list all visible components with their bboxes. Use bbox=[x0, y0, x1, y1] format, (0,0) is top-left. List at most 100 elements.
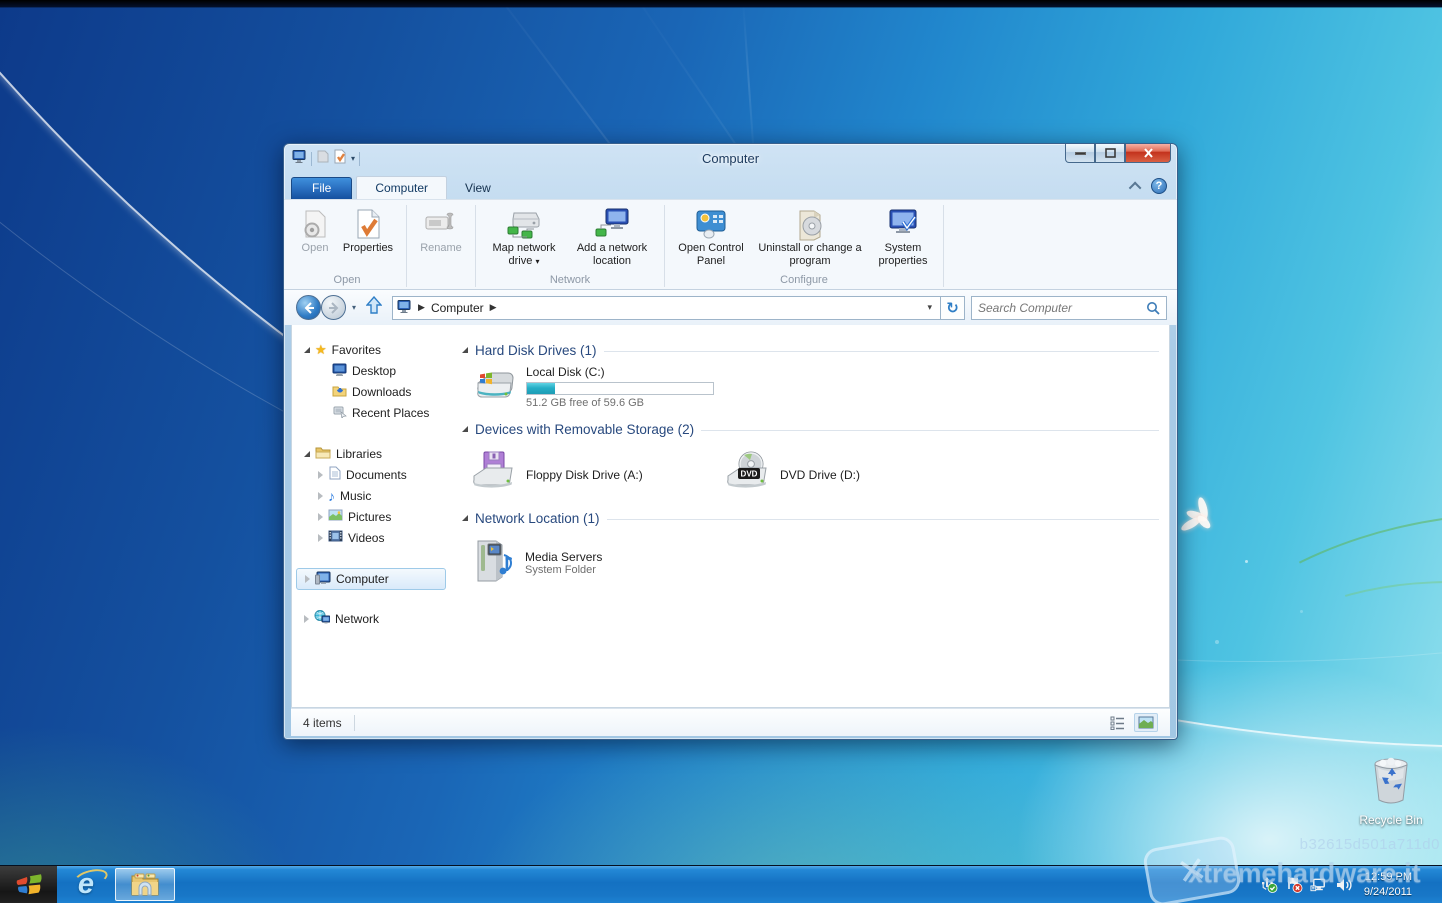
collapse-twisty-icon[interactable] bbox=[318, 492, 323, 500]
taskbar-internet-explorer[interactable]: e bbox=[57, 866, 115, 903]
breadcrumb-chevron[interactable]: ▶ bbox=[488, 302, 499, 313]
documents-icon bbox=[328, 466, 341, 483]
group-header-network-location[interactable]: Network Location (1) bbox=[462, 507, 1159, 529]
map-network-drive-icon bbox=[506, 206, 542, 242]
open-control-panel-button[interactable]: Open Control Panel bbox=[671, 203, 751, 268]
ribbon-separator bbox=[406, 205, 407, 287]
close-button[interactable] bbox=[1125, 144, 1171, 163]
refresh-button[interactable]: ↻ bbox=[941, 296, 965, 320]
xtremehardware-text-watermark: xtremehardware.it bbox=[1188, 858, 1421, 889]
item-media-servers[interactable]: Media Servers System Folder bbox=[470, 537, 1159, 588]
maximize-button[interactable] bbox=[1095, 144, 1125, 163]
main-area: ★ Favorites Desktop Downloads Recent Pl bbox=[291, 325, 1170, 708]
open-button[interactable]: Open bbox=[294, 203, 336, 255]
collapse-twisty-icon[interactable] bbox=[304, 615, 309, 623]
sidebar-item-network[interactable]: Network bbox=[292, 608, 450, 629]
disk-usage-bar bbox=[526, 382, 714, 395]
sidebar-item-libraries[interactable]: Libraries bbox=[292, 443, 450, 464]
tab-view[interactable]: View bbox=[447, 177, 509, 199]
ribbon-separator bbox=[943, 205, 944, 287]
back-button[interactable] bbox=[296, 295, 321, 320]
sidebar-item-pictures[interactable]: Pictures bbox=[292, 506, 450, 527]
qat-properties-button[interactable] bbox=[333, 149, 347, 169]
recycle-bin-shortcut[interactable]: Recycle Bin bbox=[1352, 756, 1430, 827]
uninstall-program-button[interactable]: Uninstall or change a program bbox=[751, 203, 869, 268]
rename-button[interactable]: Rename bbox=[413, 203, 469, 255]
search-icon[interactable] bbox=[1146, 301, 1160, 315]
item-type: System Folder bbox=[525, 564, 602, 576]
collapse-twisty-icon[interactable] bbox=[305, 575, 310, 583]
qat-new-folder-button[interactable] bbox=[316, 149, 329, 168]
sidebar-item-music[interactable]: ♪ Music bbox=[292, 485, 450, 506]
drive-item-dvd-d[interactable]: DVD DVD Drive (D:) bbox=[724, 450, 978, 499]
sidebar-item-recent-places[interactable]: Recent Places bbox=[292, 402, 450, 423]
music-icon: ♪ bbox=[328, 489, 335, 503]
group-collapse-icon[interactable] bbox=[462, 426, 468, 432]
add-network-location-button[interactable]: Add a network location bbox=[566, 203, 658, 268]
group-header-removable[interactable]: Devices with Removable Storage (2) bbox=[462, 418, 1159, 440]
sidebar-item-videos[interactable]: Videos bbox=[292, 527, 450, 548]
recent-places-icon bbox=[332, 405, 347, 421]
sidebar-item-favorites[interactable]: ★ Favorites bbox=[292, 339, 450, 360]
qat-separator bbox=[311, 152, 312, 166]
close-icon bbox=[1143, 148, 1154, 158]
collapse-twisty-icon[interactable] bbox=[318, 534, 323, 542]
recent-pages-dropdown[interactable]: ▾ bbox=[352, 303, 356, 312]
breadcrumb-computer[interactable]: Computer bbox=[431, 301, 484, 315]
breadcrumb-chevron[interactable]: ▶ bbox=[416, 302, 427, 313]
minimize-icon bbox=[1075, 152, 1086, 155]
forward-button[interactable] bbox=[321, 295, 346, 320]
hard-drive-icon bbox=[470, 365, 518, 412]
drive-item-floppy-a[interactable]: Floppy Disk Drive (A:) bbox=[470, 450, 724, 499]
search-box bbox=[971, 296, 1167, 320]
tab-file[interactable]: File bbox=[291, 177, 352, 199]
collapse-twisty-icon[interactable] bbox=[318, 513, 323, 521]
navigation-bar: ▾ ▶ Computer ▶ ▾ ↻ bbox=[284, 290, 1177, 325]
properties-button[interactable]: Properties bbox=[336, 203, 400, 255]
help-icon[interactable]: ? bbox=[1151, 178, 1167, 194]
rename-icon bbox=[424, 206, 458, 242]
collapse-twisty-icon[interactable] bbox=[318, 471, 323, 479]
group-collapse-icon[interactable] bbox=[462, 515, 468, 521]
details-view-button[interactable] bbox=[1106, 713, 1130, 732]
tab-computer[interactable]: Computer bbox=[356, 176, 447, 199]
drive-item-local-disk-c[interactable]: Local Disk (C:) 51.2 GB free of 59.6 GB bbox=[470, 365, 1159, 412]
system-properties-button[interactable]: System properties bbox=[869, 203, 937, 268]
sidebar-item-desktop[interactable]: Desktop bbox=[292, 360, 450, 381]
system-properties-icon bbox=[886, 206, 920, 242]
group-header-hdd[interactable]: Hard Disk Drives (1) bbox=[462, 339, 1159, 361]
up-button[interactable] bbox=[366, 296, 382, 319]
details-view-icon bbox=[1110, 716, 1126, 730]
sidebar-item-computer[interactable]: Computer bbox=[296, 568, 446, 590]
item-count: 4 items bbox=[303, 716, 342, 730]
minimize-button[interactable] bbox=[1065, 144, 1095, 163]
expand-twisty-icon[interactable] bbox=[304, 451, 310, 457]
address-dropdown-caret[interactable]: ▾ bbox=[927, 302, 936, 313]
thumbnail-view-button[interactable] bbox=[1134, 713, 1158, 732]
map-network-drive-button[interactable]: Map network drive ▾ bbox=[482, 203, 566, 268]
group-collapse-icon[interactable] bbox=[462, 347, 468, 353]
sidebar-item-documents[interactable]: Documents bbox=[292, 464, 450, 485]
ribbon-separator bbox=[475, 205, 476, 287]
search-input[interactable] bbox=[978, 301, 1146, 315]
quick-access-toolbar: ▾ bbox=[292, 149, 360, 169]
address-bar[interactable]: ▶ Computer ▶ ▾ bbox=[392, 296, 941, 320]
caption-buttons bbox=[1065, 144, 1171, 163]
expand-twisty-icon[interactable] bbox=[304, 347, 310, 353]
ribbon-group-rename: Rename bbox=[409, 203, 473, 289]
sidebar-item-downloads[interactable]: Downloads bbox=[292, 381, 450, 402]
floppy-drive-icon bbox=[470, 450, 518, 499]
qat-customize-dropdown[interactable]: ▾ bbox=[351, 154, 355, 163]
computer-icon bbox=[315, 571, 331, 588]
network-icon bbox=[314, 610, 330, 627]
minimize-ribbon-icon[interactable] bbox=[1129, 181, 1142, 194]
titlebar[interactable]: Computer ▾ bbox=[284, 144, 1177, 173]
start-button[interactable] bbox=[0, 866, 57, 903]
windows-logo-icon bbox=[15, 873, 43, 897]
pictures-icon bbox=[328, 509, 343, 524]
taskbar-file-explorer[interactable] bbox=[115, 868, 175, 901]
disk-usage-fill bbox=[527, 383, 555, 394]
dropdown-caret: ▾ bbox=[535, 257, 539, 266]
restore-icon bbox=[1105, 148, 1116, 158]
svg-text:DVD: DVD bbox=[741, 470, 758, 479]
